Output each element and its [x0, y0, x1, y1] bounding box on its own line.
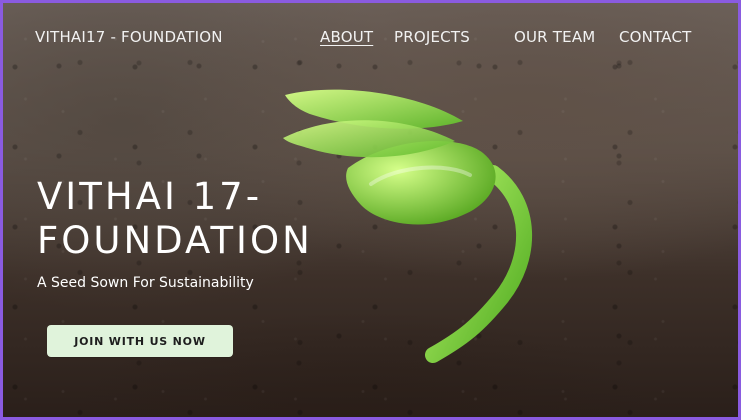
- join-with-us-button[interactable]: JOIN WITH US NOW: [47, 325, 233, 357]
- nav-our-team-link[interactable]: OUR TEAM: [514, 28, 595, 46]
- hero-subtitle: A Seed Sown For Sustainability: [37, 275, 254, 291]
- seedling-image: [283, 89, 533, 363]
- nav-contact-link[interactable]: CONTACT: [619, 28, 692, 46]
- hero-title-line-1: VITHAI 17-: [37, 175, 263, 218]
- site-brand[interactable]: VITHAI17 - FOUNDATION: [35, 28, 223, 46]
- website-frame: VITHAI17 - FOUNDATION ABOUT PROJECTS OUR…: [0, 0, 741, 420]
- hero-title: VITHAI 17- FOUNDATION: [37, 175, 313, 263]
- nav-about-link[interactable]: ABOUT: [320, 28, 373, 46]
- hero-title-line-2: FOUNDATION: [37, 219, 313, 262]
- top-navigation: VITHAI17 - FOUNDATION ABOUT PROJECTS OUR…: [3, 3, 738, 73]
- nav-projects-link[interactable]: PROJECTS: [394, 28, 470, 46]
